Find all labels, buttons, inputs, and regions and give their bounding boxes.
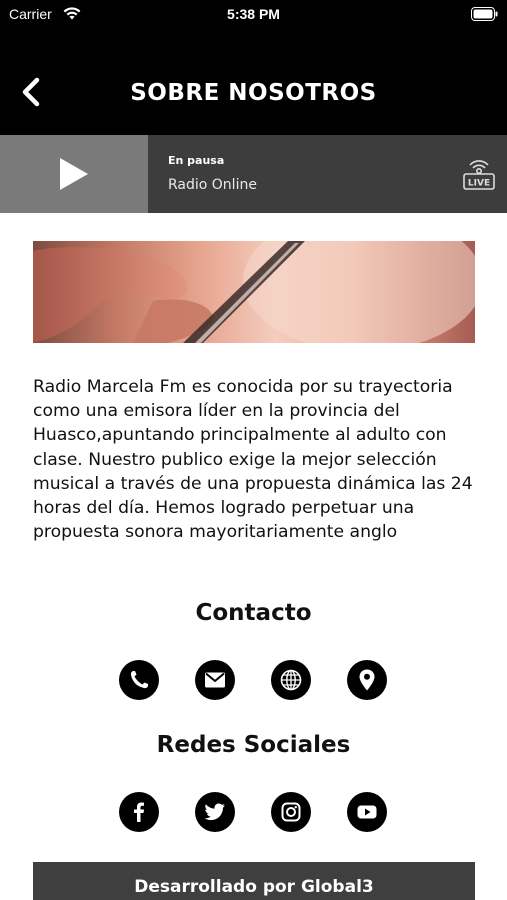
playback-status: En pausa (168, 154, 225, 167)
live-icon[interactable]: LIVE (462, 159, 496, 191)
play-icon (60, 158, 88, 190)
about-text: Radio Marcela Fm es conocida por su tray… (33, 377, 473, 543)
location-button[interactable] (347, 660, 387, 700)
social-title: Redes Sociales (156, 732, 351, 758)
youtube-button[interactable] (347, 792, 387, 832)
station-name: Radio Online (168, 177, 257, 193)
radio-player: En pausa Radio Online LIVE (0, 135, 507, 213)
battery-icon (471, 7, 498, 21)
developer-credit[interactable]: Desarrollado por Global3 (33, 862, 475, 900)
youtube-icon (357, 805, 377, 819)
globe-icon (280, 669, 302, 691)
phone-icon (130, 671, 148, 689)
contact-title: Contacto (195, 600, 312, 626)
contact-icons (0, 660, 507, 700)
location-pin-icon (359, 669, 375, 691)
play-button[interactable] (0, 135, 148, 213)
email-button[interactable] (195, 660, 235, 700)
hero-image (33, 241, 475, 343)
navigation-bar: SOBRE NOSOTROS (0, 30, 507, 135)
live-label: LIVE (468, 179, 490, 189)
instagram-icon (281, 802, 301, 822)
clock: 5:38 PM (227, 6, 280, 22)
status-bar: Carrier 5:38 PM (0, 0, 507, 30)
twitter-button[interactable] (195, 792, 235, 832)
instagram-button[interactable] (271, 792, 311, 832)
twitter-icon (204, 803, 225, 821)
facebook-icon (134, 802, 144, 822)
mail-icon (205, 672, 225, 688)
facebook-button[interactable] (119, 792, 159, 832)
page-title: SOBRE NOSOTROS (130, 80, 377, 106)
social-icons (0, 792, 507, 832)
phone-button[interactable] (119, 660, 159, 700)
website-button[interactable] (271, 660, 311, 700)
